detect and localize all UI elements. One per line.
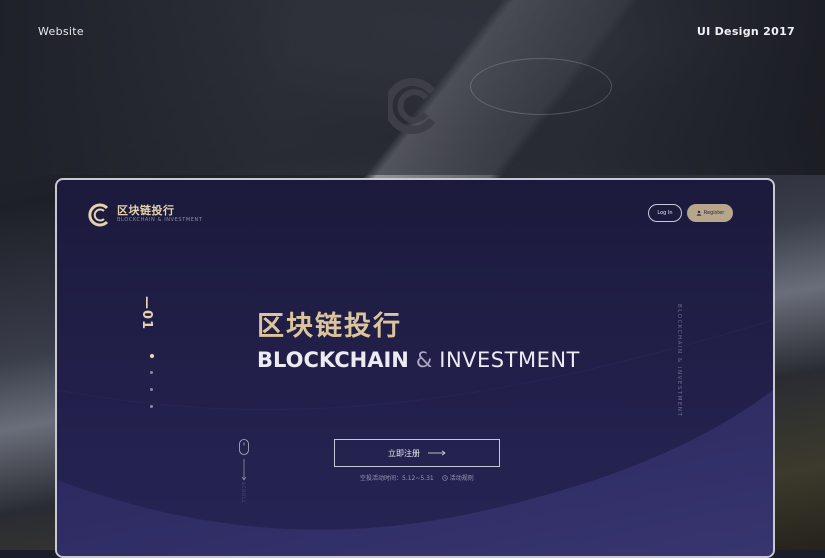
user-icon — [696, 210, 702, 216]
hero-title-en-bold: BLOCKCHAIN — [257, 348, 409, 372]
register-now-label: 立即注册 — [388, 448, 420, 458]
brand-subtitle: BLOCKCHAIN & INVESTMENT — [117, 217, 203, 223]
pager-dot-1[interactable] — [150, 354, 154, 358]
brand-logo-icon — [88, 203, 109, 227]
clock-icon — [442, 474, 448, 481]
arrow-right-icon — [428, 450, 446, 456]
hero-title-en-light: INVESTMENT — [439, 348, 580, 372]
hero-title-cn: 区块链投行 — [257, 311, 402, 342]
background-logo-icon — [388, 78, 436, 134]
hero-title-en: BLOCKCHAIN & INVESTMENT — [257, 348, 580, 372]
brand-name[interactable]: 区块链投行 — [117, 202, 175, 218]
airdrop-period-text: 空投活动时间：5.12~5.31 — [360, 475, 434, 482]
slide-index: —01 — [139, 296, 154, 331]
airdrop-note: 空投活动时间：5.12~5.31 活动规则 — [360, 473, 474, 482]
register-button[interactable]: Register — [687, 204, 733, 222]
login-button[interactable]: Log In — [648, 204, 682, 222]
hero-title-en-amp: & — [415, 348, 433, 372]
header-design-label: UI Design 2017 — [696, 25, 795, 38]
pager-dot-4[interactable] — [150, 405, 153, 408]
register-now-button[interactable]: 立即注册 — [334, 439, 500, 467]
header-website-label: Website — [38, 25, 84, 38]
rules-link[interactable]: 活动规则 — [442, 473, 474, 482]
website-preview-frame: 区块链投行 BLOCKCHAIN & INVESTMENT Log In Reg… — [55, 178, 775, 558]
pager-dot-2[interactable] — [150, 371, 153, 374]
scroll-label: SCROLL — [241, 482, 246, 504]
register-button-label: Register — [703, 210, 725, 216]
side-vertical-text: BLOCKCHAIN & INVESTMENT — [676, 304, 682, 418]
pager-dot-3[interactable] — [150, 388, 153, 391]
rules-link-label: 活动规则 — [449, 475, 474, 482]
